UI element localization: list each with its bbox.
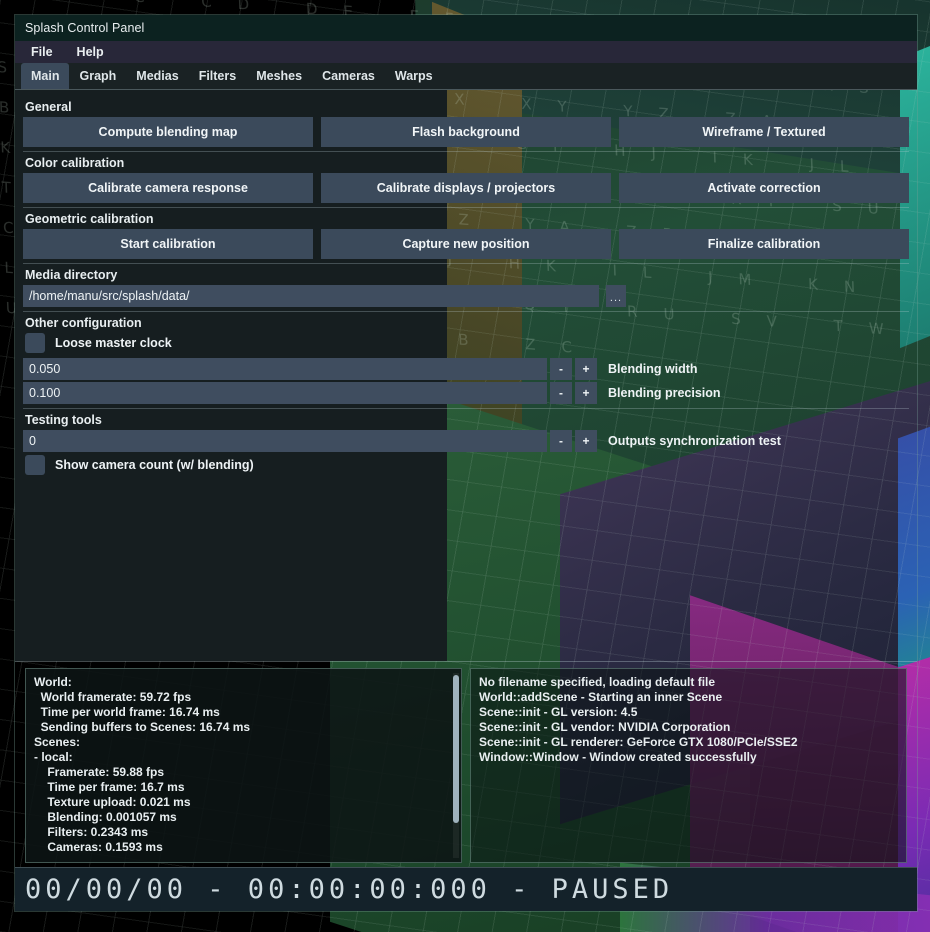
log-line: Filters: 0.2343 ms bbox=[34, 825, 149, 839]
general-button-row: Compute blending map Flash background Wi… bbox=[23, 117, 909, 147]
log-line: No filename specified, loading default f… bbox=[479, 675, 716, 689]
media-directory-input[interactable]: /home/manu/src/splash/data/ bbox=[23, 285, 599, 307]
section-label-geometric-calibration: Geometric calibration bbox=[25, 212, 154, 226]
outputs-sync-test-input[interactable]: 0 bbox=[23, 430, 547, 452]
loose-master-clock-checkbox[interactable] bbox=[25, 333, 45, 353]
start-calibration-button[interactable]: Start calibration bbox=[23, 229, 313, 259]
log-line: World: bbox=[34, 675, 72, 689]
tab-warps[interactable]: Warps bbox=[385, 63, 443, 89]
divider bbox=[23, 311, 909, 312]
tab-graph[interactable]: Graph bbox=[69, 63, 126, 89]
divider bbox=[23, 151, 909, 152]
divider bbox=[23, 207, 909, 208]
world-stats-log-pane[interactable]: World: World framerate: 59.72 fps Time p… bbox=[25, 668, 462, 863]
blending-width-row: 0.050 - + Blending width bbox=[23, 358, 909, 380]
log-scrollbar-thumb[interactable] bbox=[453, 675, 459, 823]
log-line: World::addScene - Starting an inner Scen… bbox=[479, 690, 723, 704]
log-line: Blending: 0.001057 ms bbox=[34, 810, 177, 824]
tab-cameras[interactable]: Cameras bbox=[312, 63, 385, 89]
outputs-sync-test-label: Outputs synchronization test bbox=[608, 434, 781, 448]
section-label-other-configuration: Other configuration bbox=[25, 316, 142, 330]
activate-correction-button[interactable]: Activate correction bbox=[619, 173, 909, 203]
flash-background-button[interactable]: Flash background bbox=[321, 117, 611, 147]
blending-precision-label: Blending precision bbox=[608, 386, 721, 400]
divider bbox=[23, 263, 909, 264]
log-line: Scenes: bbox=[34, 735, 81, 749]
section-label-general: General bbox=[25, 100, 72, 114]
log-line: - local: bbox=[34, 750, 73, 764]
outputs-sync-test-increment-button[interactable]: + bbox=[575, 430, 597, 452]
timecode-display: 00/00/00 - 00:00:00:000 - PAUSED bbox=[25, 874, 674, 905]
wireframe-textured-button[interactable]: Wireframe / Textured bbox=[619, 117, 909, 147]
log-line: Window::Window - Window created successf… bbox=[479, 750, 757, 764]
blending-precision-decrement-button[interactable]: - bbox=[550, 382, 572, 404]
show-camera-count-label: Show camera count (w/ blending) bbox=[55, 458, 254, 472]
blending-width-input[interactable]: 0.050 bbox=[23, 358, 547, 380]
main-tab-content: General Compute blending map Flash backg… bbox=[15, 90, 917, 661]
status-bar: 00/00/00 - 00:00:00:000 - PAUSED bbox=[15, 867, 917, 911]
window-titlebar: Splash Control Panel bbox=[15, 15, 917, 41]
log-line: Scene::init - GL version: 4.5 bbox=[479, 705, 638, 719]
menu-item-help[interactable]: Help bbox=[77, 45, 104, 59]
menu-item-file[interactable]: File bbox=[31, 45, 53, 59]
blending-width-decrement-button[interactable]: - bbox=[550, 358, 572, 380]
log-line: Framerate: 59.88 fps bbox=[34, 765, 165, 779]
log-line: Cameras: 0.1593 ms bbox=[34, 840, 163, 854]
log-line: Scene::init - GL vendor: NVIDIA Corporat… bbox=[479, 720, 731, 734]
capture-new-position-button[interactable]: Capture new position bbox=[321, 229, 611, 259]
log-line: Sending buffers to Scenes: 16.74 ms bbox=[34, 720, 251, 734]
tab-filters[interactable]: Filters bbox=[189, 63, 247, 89]
outputs-sync-test-row: 0 - + Outputs synchronization test bbox=[23, 430, 909, 452]
console-log-pane[interactable]: No filename specified, loading default f… bbox=[470, 668, 907, 863]
finalize-calibration-button[interactable]: Finalize calibration bbox=[619, 229, 909, 259]
calibrate-displays-projectors-button[interactable]: Calibrate displays / projectors bbox=[321, 173, 611, 203]
compute-blending-map-button[interactable]: Compute blending map bbox=[23, 117, 313, 147]
show-camera-count-row: Show camera count (w/ blending) bbox=[25, 455, 909, 475]
splash-control-panel-window: Splash Control Panel File Help Main Grap… bbox=[14, 14, 918, 912]
blending-precision-row: 0.100 - + Blending precision bbox=[23, 382, 909, 404]
blending-width-increment-button[interactable]: + bbox=[575, 358, 597, 380]
tab-main[interactable]: Main bbox=[21, 63, 70, 89]
log-line: Time per frame: 16.7 ms bbox=[34, 780, 185, 794]
show-camera-count-checkbox[interactable] bbox=[25, 455, 45, 475]
tab-bar: Main Graph Medias Filters Meshes Cameras… bbox=[15, 63, 917, 90]
tab-meshes[interactable]: Meshes bbox=[246, 63, 312, 89]
menubar: File Help bbox=[15, 41, 917, 63]
loose-master-clock-row: Loose master clock bbox=[25, 333, 909, 353]
divider bbox=[23, 408, 909, 409]
log-line: World framerate: 59.72 fps bbox=[34, 690, 192, 704]
color-calibration-button-row: Calibrate camera response Calibrate disp… bbox=[23, 173, 909, 203]
calibrate-camera-response-button[interactable]: Calibrate camera response bbox=[23, 173, 313, 203]
media-directory-browse-button[interactable]: ... bbox=[606, 285, 626, 307]
section-label-color-calibration: Color calibration bbox=[25, 156, 125, 170]
section-label-testing-tools: Testing tools bbox=[25, 413, 102, 427]
blending-width-label: Blending width bbox=[608, 362, 698, 376]
geometric-calibration-button-row: Start calibration Capture new position F… bbox=[23, 229, 909, 259]
outputs-sync-test-decrement-button[interactable]: - bbox=[550, 430, 572, 452]
log-line: Time per world frame: 16.74 ms bbox=[34, 705, 220, 719]
log-line: Scene::init - GL renderer: GeForce GTX 1… bbox=[479, 735, 798, 749]
loose-master-clock-label: Loose master clock bbox=[55, 336, 172, 350]
blending-precision-input[interactable]: 0.100 bbox=[23, 382, 547, 404]
tab-medias[interactable]: Medias bbox=[126, 63, 188, 89]
main-form: General Compute blending map Flash backg… bbox=[15, 90, 917, 661]
blending-precision-increment-button[interactable]: + bbox=[575, 382, 597, 404]
log-panes: World: World framerate: 59.72 fps Time p… bbox=[15, 661, 917, 867]
media-directory-row: /home/manu/src/splash/data/ ... bbox=[23, 285, 909, 307]
window-title: Splash Control Panel bbox=[25, 21, 145, 35]
section-label-media-directory: Media directory bbox=[25, 268, 118, 282]
log-line: Texture upload: 0.021 ms bbox=[34, 795, 191, 809]
